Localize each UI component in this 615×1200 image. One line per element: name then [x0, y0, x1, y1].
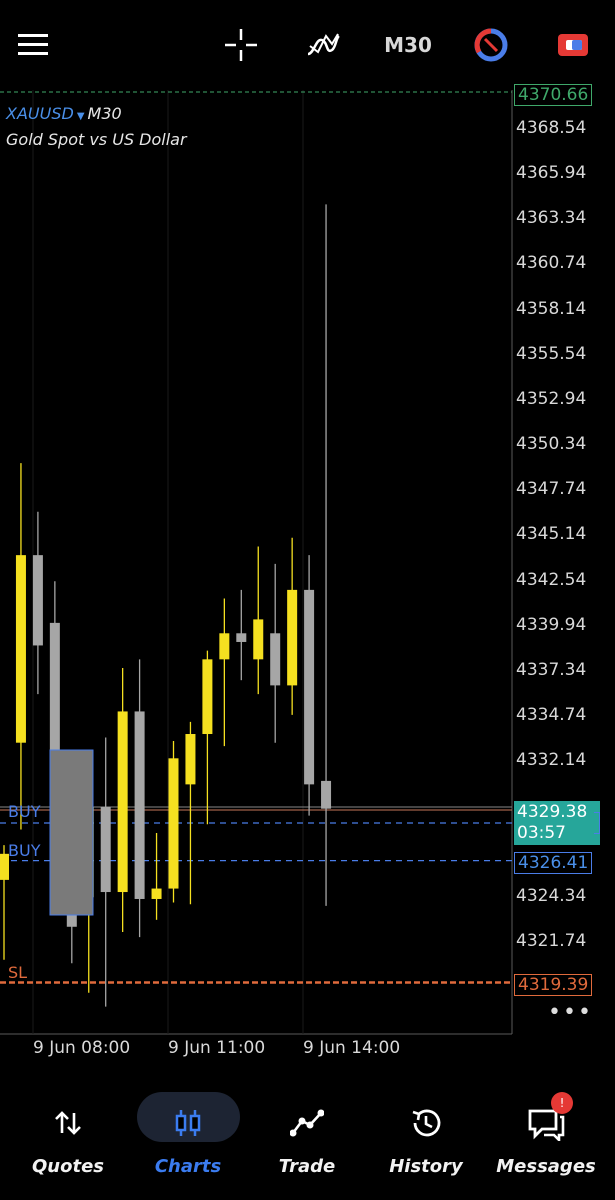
nav-history-label: History [389, 1156, 463, 1177]
charts-icon [161, 1100, 215, 1146]
buy1-price-tag-edge [594, 812, 600, 834]
nav-messages[interactable]: ! Messages [491, 1090, 601, 1190]
trade-line-icon [280, 1100, 334, 1146]
candle-body-17 [287, 589, 298, 686]
nav-history[interactable]: History [371, 1090, 481, 1190]
price-label: 4339.94 [516, 614, 587, 635]
one-click-trading-icon[interactable] [468, 22, 514, 68]
buy-order-label-1[interactable]: BUY [8, 802, 40, 821]
more-options-icon[interactable]: ••• [548, 1000, 593, 1025]
current-price-value: 4329.38 [517, 802, 588, 822]
price-label: 4332.14 [516, 750, 587, 771]
candle-body-9 [151, 888, 162, 899]
nav-charts-label: Charts [154, 1156, 222, 1177]
chart-timeframe-label: M30 [87, 104, 122, 123]
price-label: 4355.54 [516, 343, 587, 364]
symbol-caret-icon[interactable]: ▼ [77, 111, 85, 122]
candle-body-16 [270, 633, 281, 686]
price-label: 4321.74 [516, 930, 587, 951]
quotes-icon [41, 1100, 95, 1146]
candle-body-19 [321, 780, 332, 809]
candle-body-12 [202, 659, 213, 735]
chart-symbol-header[interactable]: XAUUSD ▼ M30 [6, 104, 122, 123]
price-label: 4358.14 [516, 298, 587, 319]
price-label: 4347.74 [516, 479, 587, 500]
nav-quotes[interactable]: Quotes [13, 1090, 123, 1190]
price-label: 4360.74 [516, 253, 587, 274]
messages-badge: ! [551, 1092, 573, 1114]
candle-body-2 [32, 555, 43, 646]
time-label-1400: 9 Jun 14:00 [303, 1038, 401, 1058]
candle-body-14 [236, 633, 247, 642]
top-toolbar: M30 [0, 0, 615, 90]
current-price-tag: 4329.38 03:57 [514, 801, 600, 845]
symbol-description: Gold Spot vs US Dollar [6, 130, 187, 149]
candle-body-7 [117, 711, 128, 893]
price-label: 4363.34 [516, 208, 587, 229]
trade-icon[interactable] [550, 22, 596, 68]
candle-body-18 [304, 589, 315, 785]
top-price-tag: 4370.66 [514, 84, 593, 106]
time-label-1100: 9 Jun 11:00 [168, 1038, 266, 1058]
history-icon [399, 1100, 453, 1146]
price-label: 4352.94 [516, 388, 587, 409]
drawing-rectangle [49, 749, 94, 916]
timeframe-button[interactable]: M30 [378, 22, 438, 68]
menu-icon[interactable] [10, 22, 56, 68]
stop-loss-label[interactable]: SL [8, 963, 27, 982]
buy-order-label-2[interactable]: BUY [8, 841, 40, 860]
nav-messages-label: Messages [496, 1156, 596, 1177]
price-label: 4365.94 [516, 163, 587, 184]
candle-body-1 [15, 555, 26, 743]
candle-body-11 [185, 734, 196, 785]
indicators-icon[interactable] [300, 22, 346, 68]
price-label: 4342.54 [516, 569, 587, 590]
price-label: 4324.34 [516, 885, 587, 906]
nav-quotes-label: Quotes [31, 1156, 104, 1177]
candle-body-8 [134, 711, 145, 899]
nav-trade-label: Trade [278, 1156, 336, 1177]
sl-price-tag: 4319.39 [514, 974, 593, 996]
nav-trade[interactable]: Trade [252, 1090, 362, 1190]
candle-body-15 [253, 619, 264, 660]
bottom-navigation: Quotes Charts Trade History ! Messages [0, 1082, 615, 1200]
candle-body-10 [168, 758, 179, 889]
price-label: 4368.54 [516, 118, 587, 138]
bar-countdown: 03:57 [517, 823, 566, 843]
price-label: 4350.34 [516, 434, 587, 455]
candle-body-13 [219, 633, 230, 660]
price-label: 4337.34 [516, 659, 587, 680]
price-label: 4345.14 [516, 524, 587, 545]
price-label: 4334.74 [516, 704, 587, 725]
candle-body-6 [100, 806, 111, 893]
nav-charts[interactable]: Charts [133, 1090, 243, 1190]
crosshair-icon[interactable] [218, 22, 264, 68]
buy-price-tag: 4326.41 [514, 852, 593, 874]
symbol-name[interactable]: XAUUSD [6, 104, 74, 123]
time-label-0800: 9 Jun 08:00 [33, 1038, 131, 1058]
